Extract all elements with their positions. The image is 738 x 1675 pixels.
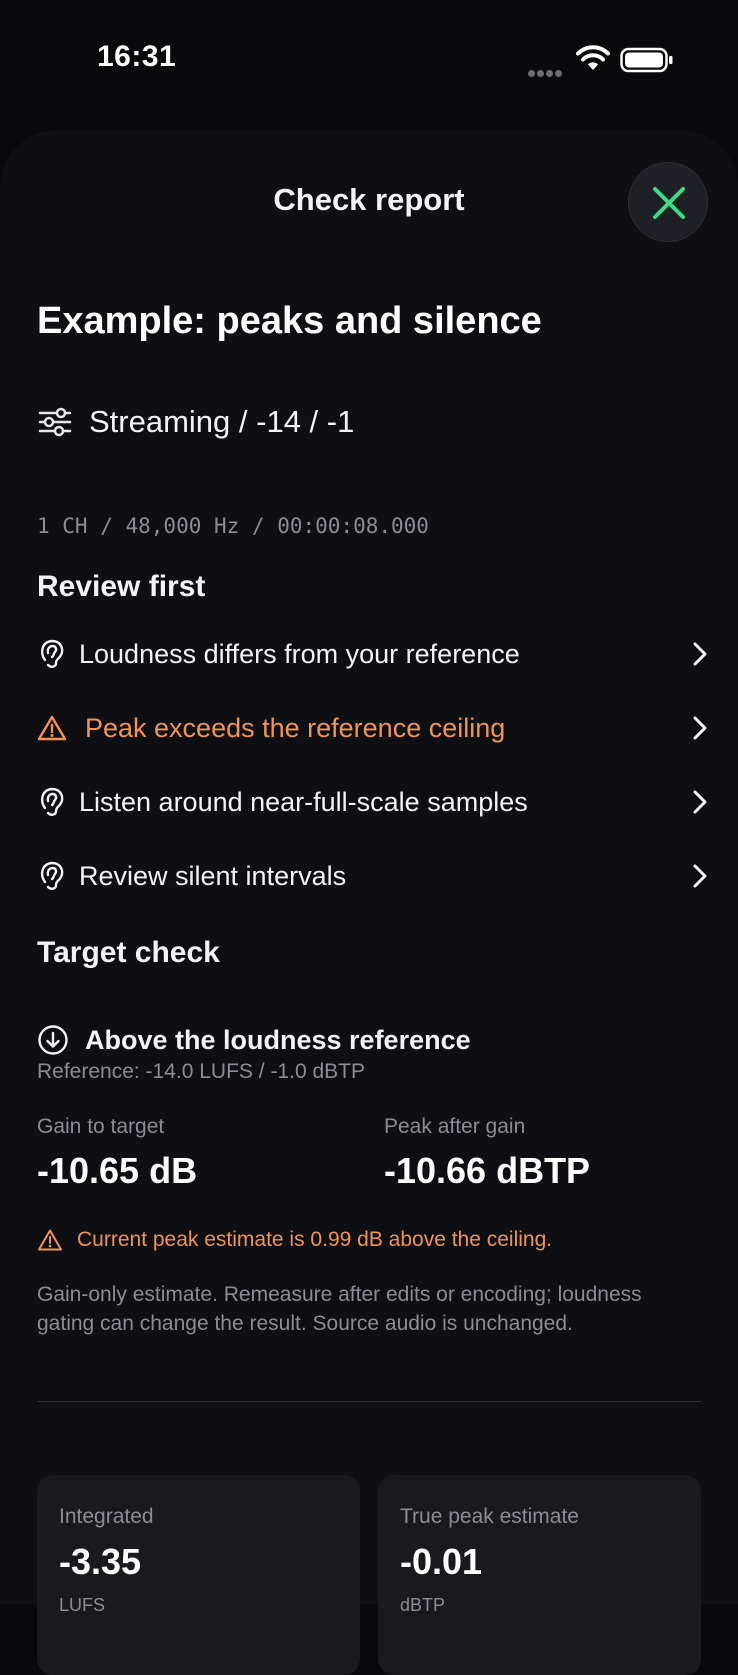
preset-selector[interactable]: Streaming / -14 / -1 bbox=[37, 402, 354, 442]
stat-card-true-peak: True peak estimate -0.01 dBTP bbox=[378, 1475, 701, 1675]
review-item-full-scale[interactable]: Listen around near-full-scale samples bbox=[37, 774, 709, 830]
report-sheet: Check report Example: peaks and silence … bbox=[0, 130, 738, 1675]
stat-label: Integrated bbox=[59, 1505, 154, 1528]
status-time: 16:31 bbox=[97, 40, 177, 73]
battery-icon bbox=[620, 47, 673, 73]
format-info: 1 CH / 48,000 Hz / 00:00:08.000 bbox=[37, 514, 429, 538]
wifi-icon bbox=[576, 45, 610, 70]
stat-card-integrated: Integrated -3.35 LUFS bbox=[37, 1475, 360, 1675]
chevron-right-icon bbox=[693, 864, 707, 888]
gain-value: -10.65 dB bbox=[37, 1150, 198, 1191]
review-item-label: Loudness differs from your reference bbox=[79, 638, 520, 669]
preset-label: Streaming / -14 / -1 bbox=[89, 404, 355, 439]
stat-unit: LUFS bbox=[59, 1595, 106, 1615]
arrow-down-circle-icon bbox=[38, 1025, 68, 1055]
divider bbox=[37, 1401, 701, 1402]
close-button[interactable] bbox=[628, 162, 708, 242]
disclaimer: Gain-only estimate. Remeasure after edit… bbox=[37, 1283, 642, 1335]
cellular-signal-icon bbox=[528, 64, 566, 77]
review-heading: Review first bbox=[37, 570, 206, 603]
report-title: Example: peaks and silence bbox=[37, 300, 542, 342]
target-status: Above the loudness reference bbox=[37, 1018, 471, 1062]
review-item-peak[interactable]: Peak exceeds the reference ceiling bbox=[37, 700, 709, 756]
review-item-loudness[interactable]: Loudness differs from your reference bbox=[37, 626, 709, 682]
stat-unit: dBTP bbox=[400, 1595, 446, 1615]
target-status-label: Above the loudness reference bbox=[85, 1024, 471, 1055]
warning-triangle-icon bbox=[38, 1229, 62, 1251]
review-item-label: Review silent intervals bbox=[79, 860, 347, 891]
chevron-right-icon bbox=[693, 642, 707, 666]
peak-warning: Current peak estimate is 0.99 dB above t… bbox=[37, 1224, 552, 1256]
sliders-icon bbox=[38, 407, 72, 437]
gain-label: Gain to target bbox=[37, 1115, 165, 1138]
reference-line: Reference: -14.0 LUFS / -1.0 dBTP bbox=[37, 1060, 365, 1083]
close-icon bbox=[653, 187, 685, 219]
stat-value: -3.35 bbox=[59, 1541, 142, 1582]
peak-warning-text: Current peak estimate is 0.99 dB above t… bbox=[77, 1228, 553, 1251]
status-bar: 16:31 bbox=[0, 0, 738, 120]
ear-icon bbox=[40, 639, 64, 668]
ear-icon bbox=[40, 861, 64, 890]
warning-triangle-icon bbox=[37, 715, 67, 741]
peak-after-gain-value: -10.66 dBTP bbox=[384, 1150, 591, 1191]
review-item-silence[interactable]: Review silent intervals bbox=[37, 848, 709, 904]
stat-value: -0.01 bbox=[400, 1541, 483, 1582]
peak-after-gain-label: Peak after gain bbox=[384, 1115, 526, 1138]
ear-icon bbox=[40, 787, 64, 816]
chevron-right-icon bbox=[693, 716, 707, 740]
chevron-right-icon bbox=[693, 790, 707, 814]
stat-label: True peak estimate bbox=[400, 1505, 579, 1528]
target-heading: Target check bbox=[37, 936, 220, 969]
review-item-label: Listen around near-full-scale samples bbox=[79, 786, 528, 817]
review-item-label: Peak exceeds the reference ceiling bbox=[85, 712, 506, 743]
